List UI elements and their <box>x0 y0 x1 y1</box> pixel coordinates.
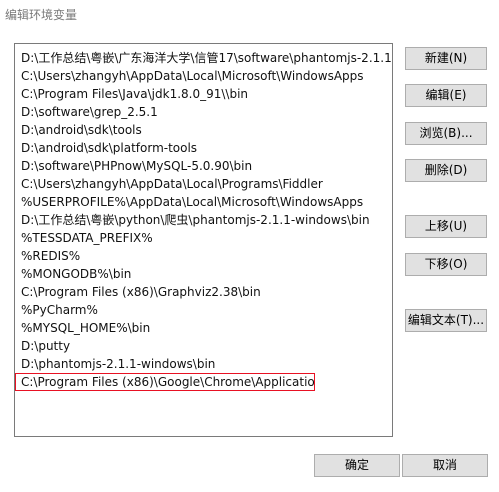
path-list-item[interactable]: D:\phantomjs-2.1.1-windows\bin <box>15 355 392 373</box>
path-list-item[interactable]: D:\android\sdk\tools <box>15 121 392 139</box>
path-list-item[interactable]: %REDIS% <box>15 247 392 265</box>
window-title: 编辑环境变量 <box>5 8 78 22</box>
path-list-item[interactable]: C:\Program Files (x86)\Graphviz2.38\bin <box>15 283 392 301</box>
path-list-item[interactable]: C:\Users\zhangyh\AppData\Local\Microsoft… <box>15 67 392 85</box>
path-list-item[interactable]: D:\工作总结\粤嵌\广东海洋大学\信管17\software\phantomj… <box>15 49 392 67</box>
path-list-item[interactable]: %USERPROFILE%\AppData\Local\Microsoft\Wi… <box>15 193 392 211</box>
path-list-item[interactable]: C:\Program Files\Java\jdk1.8.0_91\\bin <box>15 85 392 103</box>
path-list-item[interactable]: D:\putty <box>15 337 392 355</box>
edit-env-var-dialog: 编辑环境变量 D:\工作总结\粤嵌\广东海洋大学\信管17\software\p… <box>0 0 499 492</box>
path-list-item[interactable]: D:\工作总结\粤嵌\python\爬虫\phantomjs-2.1.1-win… <box>15 211 392 229</box>
move-down-button[interactable]: 下移(O) <box>405 253 487 276</box>
path-list-item[interactable]: D:\software\PHPnow\MySQL-5.0.90\bin <box>15 157 392 175</box>
path-list-item[interactable]: %PyCharm% <box>15 301 392 319</box>
delete-button[interactable]: 删除(D) <box>405 159 487 182</box>
path-list-item[interactable]: D:\software\grep_2.5.1 <box>15 103 392 121</box>
browse-button[interactable]: 浏览(B)... <box>405 122 487 145</box>
edit-text-button[interactable]: 编辑文本(T)... <box>405 309 487 332</box>
path-list-item[interactable]: C:\Users\zhangyh\AppData\Local\Programs\… <box>15 175 392 193</box>
move-up-button[interactable]: 上移(U) <box>405 215 487 238</box>
path-list-item[interactable]: %MONGODB%\bin <box>15 265 392 283</box>
cancel-button[interactable]: 取消 <box>402 454 488 477</box>
path-list-item[interactable]: %MYSQL_HOME%\bin <box>15 319 392 337</box>
path-list-item-selected[interactable]: C:\Program Files (x86)\Google\Chrome\App… <box>15 373 315 391</box>
title-bar: 编辑环境变量 <box>0 0 499 30</box>
path-list-item[interactable]: D:\android\sdk\platform-tools <box>15 139 392 157</box>
new-button[interactable]: 新建(N) <box>405 47 487 70</box>
edit-button[interactable]: 编辑(E) <box>405 84 487 107</box>
path-list[interactable]: D:\工作总结\粤嵌\广东海洋大学\信管17\software\phantomj… <box>14 43 393 437</box>
path-list-item[interactable]: %TESSDATA_PREFIX% <box>15 229 392 247</box>
ok-button[interactable]: 确定 <box>314 454 400 477</box>
